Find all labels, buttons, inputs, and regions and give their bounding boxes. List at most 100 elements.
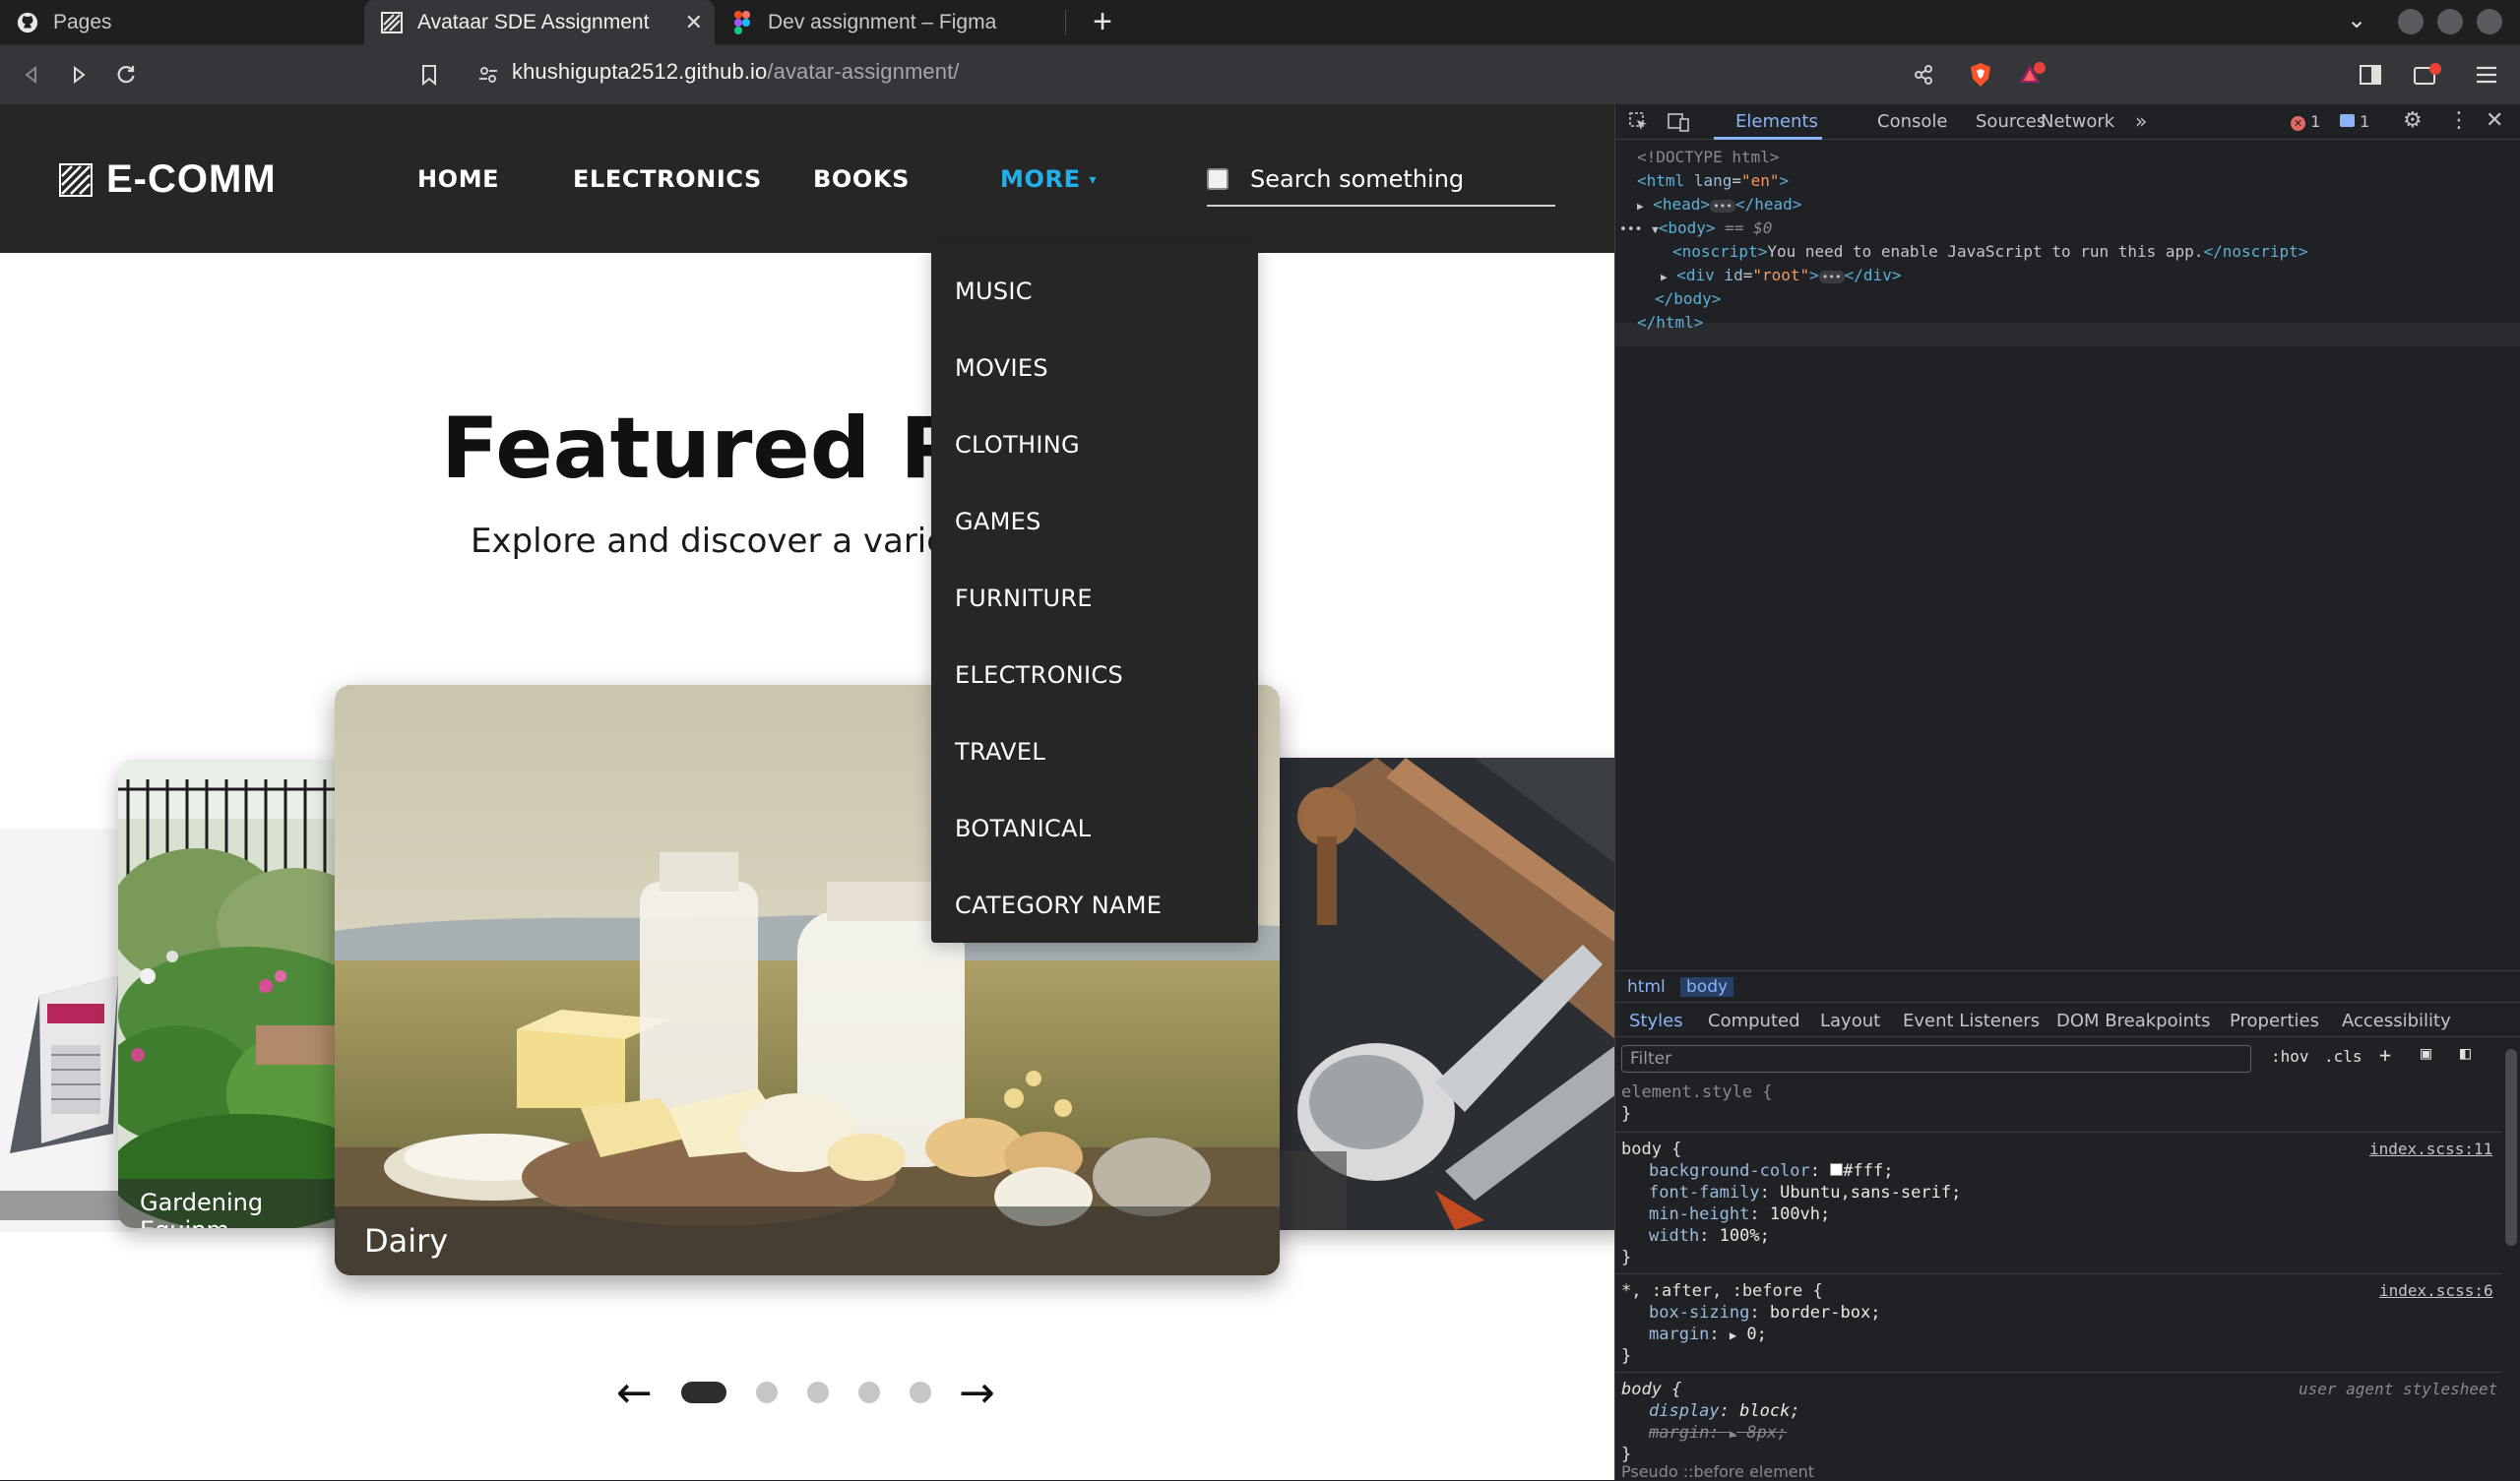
breadcrumb-html[interactable]: html xyxy=(1621,977,1671,997)
tab-avataar[interactable]: Avataar SDE Assignment ✕ xyxy=(364,0,715,45)
kebab-menu-icon[interactable]: ⋮ xyxy=(2448,108,2470,133)
reload-icon[interactable] xyxy=(110,59,142,91)
share-icon[interactable] xyxy=(1908,59,1939,91)
settings-gear-icon[interactable]: ⚙ xyxy=(2403,108,2423,133)
tab-console[interactable]: Console xyxy=(1877,111,1947,132)
brave-shield-icon[interactable] xyxy=(1965,59,1996,91)
color-swatch-icon[interactable] xyxy=(1830,1163,1844,1176)
tab-sources[interactable]: Sources xyxy=(1976,111,2046,132)
subtab-styles[interactable]: Styles xyxy=(1629,1011,1683,1031)
minimize-button[interactable] xyxy=(2398,9,2424,34)
carousel-card-partial-left[interactable] xyxy=(0,829,138,1232)
menu-item-electronics[interactable]: ELECTRONICS xyxy=(955,661,1123,689)
nav-home[interactable]: HOME xyxy=(417,165,499,193)
error-counter[interactable]: ✕ 1 xyxy=(2291,112,2320,131)
close-tab-icon[interactable]: ✕ xyxy=(685,10,703,35)
nav-books[interactable]: BOOKS xyxy=(813,165,910,193)
nav-more[interactable]: MORE ▾ xyxy=(1000,165,1097,193)
dom-html-open[interactable]: <html lang="en"> xyxy=(1637,171,1789,190)
browser-tab-strip: Pages Avataar SDE Assignment ✕ Dev assig… xyxy=(0,0,2520,45)
wallet-icon[interactable] xyxy=(2412,59,2443,91)
tab-elements[interactable]: Elements xyxy=(1735,111,1818,132)
bookmark-icon[interactable] xyxy=(413,59,445,91)
source-link[interactable]: index.scss:6 xyxy=(2379,1281,2493,1300)
carousel-card-partial-right[interactable] xyxy=(1258,758,1614,1230)
search-box[interactable] xyxy=(1207,154,1555,207)
css-declaration[interactable]: display: block; xyxy=(1649,1401,1800,1421)
menu-item-travel[interactable]: TRAVEL xyxy=(955,738,1045,766)
toggle-sidebar-icon[interactable]: ◧ xyxy=(2460,1043,2471,1064)
dom-noscript-node[interactable]: <noscript>You need to enable JavaScript … xyxy=(1672,242,2307,261)
menu-item-movies[interactable]: MOVIES xyxy=(955,354,1048,382)
expand-arrow-icon[interactable]: ▶ xyxy=(1637,200,1644,213)
message-counter[interactable]: 1 xyxy=(2340,112,2369,131)
sidebar-toggle-icon[interactable] xyxy=(2355,59,2386,91)
dom-head-node[interactable]: ▶ <head> ••• </head> xyxy=(1637,195,1801,214)
tab-pages[interactable]: Pages xyxy=(0,0,364,45)
expand-arrow-icon[interactable]: ▶ xyxy=(1730,1328,1736,1342)
subtab-properties[interactable]: Properties xyxy=(2230,1011,2319,1031)
subtab-accessibility[interactable]: Accessibility xyxy=(2342,1011,2451,1031)
menu-icon[interactable] xyxy=(2471,59,2502,91)
ellipsis-icon[interactable]: ••• xyxy=(1818,271,1845,283)
address-bar[interactable]: khushigupta2512.github.io/avatar-assignm… xyxy=(512,59,960,85)
carousel-dot[interactable] xyxy=(756,1382,778,1403)
menu-item-botanical[interactable]: BOTANICAL xyxy=(955,815,1091,842)
forward-icon[interactable] xyxy=(63,59,94,91)
new-tab-button[interactable]: + xyxy=(1085,4,1120,39)
css-declaration[interactable]: box-sizing: border-box; xyxy=(1649,1303,1880,1323)
carousel-dot[interactable] xyxy=(858,1382,880,1403)
carousel-dot[interactable] xyxy=(910,1382,931,1403)
menu-item-games[interactable]: GAMES xyxy=(955,508,1041,535)
tab-search-chevron-icon[interactable]: ⌄ xyxy=(2347,6,2366,34)
menu-item-music[interactable]: MUSIC xyxy=(955,278,1033,305)
subtab-computed[interactable]: Computed xyxy=(1708,1011,1800,1031)
css-declaration[interactable]: margin: ▶ 0; xyxy=(1649,1325,1767,1344)
styles-filter[interactable] xyxy=(1621,1045,2251,1073)
inspect-element-icon[interactable] xyxy=(1623,106,1655,138)
nav-electronics[interactable]: ELECTRONICS xyxy=(573,165,762,193)
tab-network-label[interactable]: Network xyxy=(2041,111,2114,132)
site-logo[interactable]: E-COMM xyxy=(59,157,277,202)
device-toolbar-icon[interactable] xyxy=(1663,106,1694,138)
site-settings-icon[interactable] xyxy=(472,59,504,91)
css-declaration[interactable]: font-family: Ubuntu,sans-serif; xyxy=(1649,1183,1961,1203)
css-declaration[interactable]: min-height: 100vh; xyxy=(1649,1204,1830,1224)
subtab-event-listeners[interactable]: Event Listeners xyxy=(1903,1011,2040,1031)
carousel-prev-arrow[interactable]: ← xyxy=(616,1368,653,1418)
expand-arrow-icon[interactable]: ▶ xyxy=(1661,271,1668,283)
hov-toggle[interactable]: :hov xyxy=(2271,1047,2309,1066)
back-icon[interactable] xyxy=(16,59,47,91)
subtab-layout[interactable]: Layout xyxy=(1820,1011,1880,1031)
tab-title: Pages xyxy=(53,11,112,33)
breadcrumb-body[interactable]: body xyxy=(1680,977,1734,997)
new-rule-icon[interactable]: + xyxy=(2379,1043,2391,1067)
search-input[interactable] xyxy=(1250,165,1545,193)
menu-item-clothing[interactable]: CLOTHING xyxy=(955,431,1080,459)
close-window-button[interactable] xyxy=(2477,9,2502,34)
paint-brush-icon[interactable]: ▣ xyxy=(2421,1043,2431,1064)
maximize-button[interactable] xyxy=(2437,9,2463,34)
css-declaration[interactable]: background-color: #fff; xyxy=(1649,1161,1893,1181)
cls-toggle[interactable]: .cls xyxy=(2324,1047,2362,1066)
close-devtools-icon[interactable]: ✕ xyxy=(2486,108,2503,133)
source-link[interactable]: index.scss:11 xyxy=(2369,1140,2492,1158)
more-tabs-icon[interactable]: » xyxy=(2135,109,2147,133)
styles-scrollbar[interactable] xyxy=(2505,1049,2517,1246)
dom-body-node[interactable]: ••• ▼<body> == $0 xyxy=(1619,218,1772,237)
css-declaration-overridden[interactable]: margin: ▶ 8px; xyxy=(1649,1423,1787,1443)
tab-figma[interactable]: Dev assignment – Figma xyxy=(715,0,1065,45)
ellipsis-icon[interactable]: ••• xyxy=(1710,200,1735,213)
collapse-arrow-icon[interactable]: ▼ xyxy=(1652,223,1659,236)
css-declaration[interactable]: width: 100%; xyxy=(1649,1226,1770,1246)
menu-item-furniture[interactable]: FURNITURE xyxy=(955,585,1093,612)
carousel-dot-active[interactable] xyxy=(681,1382,726,1403)
carousel-dot[interactable] xyxy=(807,1382,829,1403)
subtab-dom-breakpoints[interactable]: DOM Breakpoints xyxy=(2056,1011,2210,1031)
carousel-next-arrow[interactable]: → xyxy=(959,1368,995,1418)
menu-item-category-name[interactable]: CATEGORY NAME xyxy=(955,892,1162,919)
caret-down-icon: ▾ xyxy=(1089,172,1098,188)
dom-root-div-node[interactable]: ▶ <div id="root"> ••• </div> xyxy=(1661,266,1901,284)
styles-filter-input[interactable] xyxy=(1622,1046,2250,1072)
brave-rewards-icon[interactable] xyxy=(2016,59,2048,91)
